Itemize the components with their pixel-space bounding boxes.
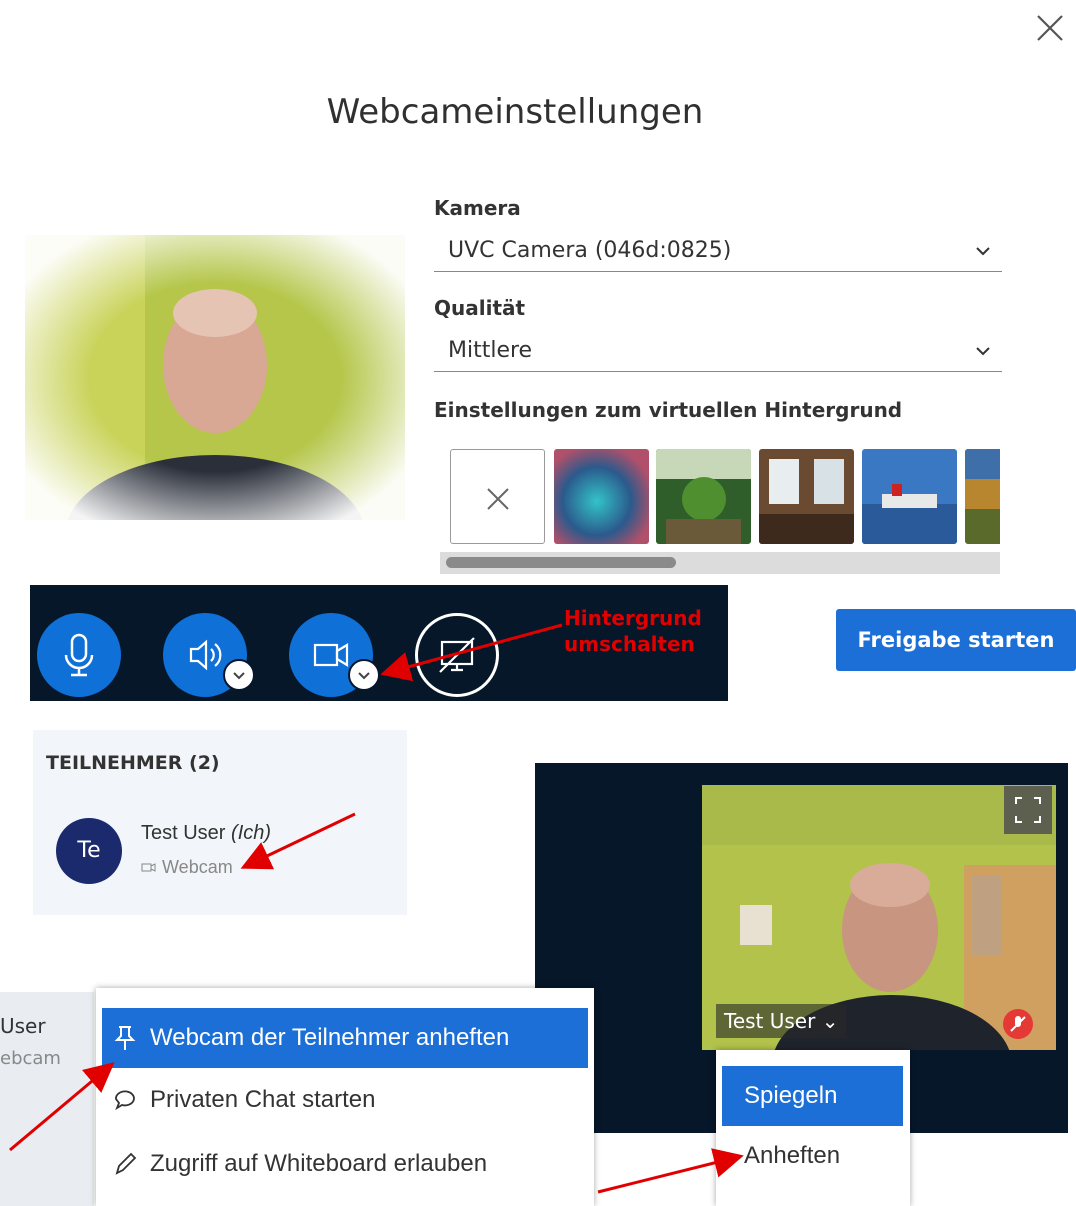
- pencil-icon: [115, 1152, 137, 1175]
- fullscreen-icon: [1015, 797, 1041, 823]
- close-icon: [487, 488, 509, 510]
- menu-item-label: Privaten Chat starten: [150, 1086, 376, 1113]
- virtual-background-list: [450, 449, 1000, 545]
- screen-share-button[interactable]: [415, 613, 499, 697]
- bg-interior-option[interactable]: [759, 449, 854, 544]
- annotation-line1: Hintergrund: [564, 606, 702, 630]
- users-heading: TEILNEHMER (2): [46, 752, 220, 774]
- chat-icon: [115, 1090, 135, 1111]
- annotation-line2: umschalten: [564, 632, 695, 656]
- bg-partial-option[interactable]: [965, 449, 1000, 544]
- user-name-row[interactable]: Test User (Ich): [141, 822, 271, 845]
- video-menu: Spiegeln Anheften: [716, 1050, 910, 1206]
- peek-name: User: [0, 1014, 46, 1038]
- quality-label: Qualität: [434, 296, 526, 320]
- bg-scrollbar-thumb[interactable]: [446, 557, 676, 568]
- fullscreen-button[interactable]: [1004, 786, 1052, 834]
- video-name: Test User: [724, 1009, 816, 1033]
- chevron-down-icon: [233, 672, 245, 680]
- menu-item-whiteboard-access[interactable]: Zugriff auf Whiteboard erlauben: [102, 1134, 588, 1194]
- speaker-options-badge[interactable]: [223, 659, 255, 691]
- camera-select[interactable]: UVC Camera (046d:0825): [434, 234, 1002, 272]
- camera-label: Kamera: [434, 196, 521, 220]
- quality-select[interactable]: Mittlere: [434, 334, 1002, 372]
- microphone-button[interactable]: [37, 613, 121, 697]
- microphone-icon: [64, 633, 94, 677]
- action-bar: Hintergrund umschalten: [30, 585, 728, 701]
- menu-item-pin-webcam[interactable]: Webcam der Teilnehmer anheften: [102, 1008, 588, 1068]
- webcam-options-badge[interactable]: [348, 659, 380, 691]
- bg-garden-option[interactable]: [656, 449, 751, 544]
- peek-status: ebcam: [0, 1048, 61, 1069]
- chevron-down-icon: [976, 347, 990, 356]
- close-icon[interactable]: [1030, 8, 1070, 48]
- modal-title: Webcameinstellungen: [326, 92, 704, 132]
- start-sharing-button[interactable]: Freigabe starten: [836, 609, 1076, 671]
- chevron-down-icon: [976, 247, 990, 256]
- user-list-peek: User ebcam: [0, 992, 94, 1206]
- chevron-down-icon: [358, 672, 370, 680]
- camera-select-value: UVC Camera (046d:0825): [448, 238, 732, 263]
- screen-share-icon: [439, 637, 475, 673]
- avatar[interactable]: Te: [56, 818, 122, 884]
- bg-harbor-option[interactable]: [862, 449, 957, 544]
- bg-blur-option[interactable]: [554, 449, 649, 544]
- user-name: Test User: [141, 822, 226, 844]
- quality-select-value: Mittlere: [448, 338, 533, 363]
- menu-item-label: Zugriff auf Whiteboard erlauben: [150, 1150, 488, 1177]
- video-name-tag[interactable]: Test User ⌄: [716, 1004, 847, 1038]
- user-context-menu: Webcam der Teilnehmer anheften Privaten …: [96, 988, 594, 1206]
- menu-item-pin[interactable]: Anheften: [722, 1126, 903, 1186]
- pin-icon: [114, 1026, 136, 1050]
- webcam-preview: [25, 235, 405, 520]
- you-suffix: (Ich): [231, 822, 272, 844]
- user-status-text: Webcam: [162, 857, 233, 877]
- muted-mic-icon: [1003, 1009, 1033, 1039]
- virtual-bg-label: Einstellungen zum virtuellen Hintergrund: [434, 398, 903, 422]
- webcam-icon: [141, 863, 156, 872]
- user-status: Webcam: [141, 857, 233, 878]
- chevron-down-icon: ⌄: [821, 1009, 839, 1033]
- menu-item-label: Webcam der Teilnehmer anheften: [150, 1024, 510, 1051]
- menu-item-mirror[interactable]: Spiegeln: [722, 1066, 903, 1126]
- menu-item-private-chat[interactable]: Privaten Chat starten: [102, 1070, 588, 1130]
- bg-none-option[interactable]: [450, 449, 545, 544]
